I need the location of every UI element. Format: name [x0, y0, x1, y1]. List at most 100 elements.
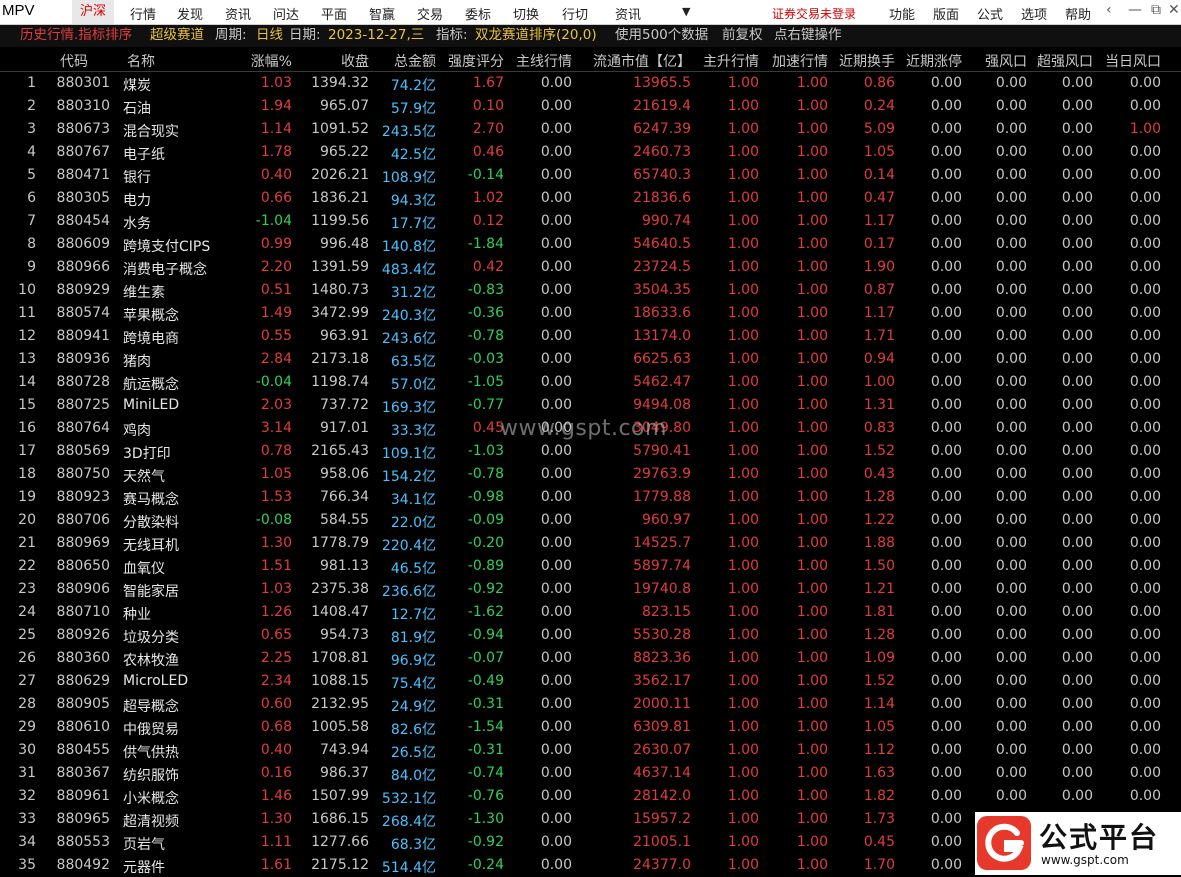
- limit-up-cell: 0.00: [930, 374, 962, 390]
- table-row[interactable]: 21 880969 无线耳机 1.30 1778.79 220.4亿 -0.20 0.00 14…: [0, 532, 1181, 555]
- turnover-cell: 1.88: [863, 535, 895, 551]
- limit-up-cell: 0.00: [930, 604, 962, 620]
- table-row[interactable]: 3 880673 混合现实 1.14 1091.52 243.5亿 2.70 0.00 6247…: [0, 118, 1181, 141]
- period-value: 日线: [256, 27, 283, 43]
- table-row[interactable]: 26 880360 农林牧渔 2.25 1708.81 96.9亿 -0.07 0.00 882…: [0, 647, 1181, 670]
- header-limit-up[interactable]: 近期涨停: [906, 51, 962, 71]
- menu-item-options[interactable]: 选项: [1021, 4, 1047, 23]
- menu-item-zhiying[interactable]: 智赢: [369, 4, 395, 23]
- accelerate-cell: 1.00: [796, 627, 828, 643]
- table-row[interactable]: 25 880926 垃圾分类 0.65 954.73 81.9亿 -0.94 0.00 5530…: [0, 624, 1181, 647]
- menu-item-function[interactable]: 功能: [889, 4, 915, 23]
- float-cap-cell: 4637.14: [633, 765, 691, 781]
- history-label[interactable]: 历史行情.指标排序: [20, 25, 132, 45]
- change-cell: 0.55: [260, 328, 292, 344]
- limit-up-cell: 0.00: [930, 742, 962, 758]
- track-label[interactable]: 超级赛道: [150, 25, 204, 45]
- menu-item-market[interactable]: 行情: [130, 4, 156, 23]
- menu-item-hangqie[interactable]: 行切: [562, 4, 588, 23]
- close-cell: 954.73: [320, 627, 369, 643]
- main-rise-cell: 1.00: [727, 213, 759, 229]
- change-cell: -0.08: [255, 512, 292, 528]
- table-row[interactable]: 28 880905 超导概念 0.60 2132.95 24.9亿 -0.31 0.00 200…: [0, 693, 1181, 716]
- table-row[interactable]: 4 880767 电子纸 1.78 965.22 42.5亿 0.46 0.00 2460.73…: [0, 141, 1181, 164]
- header-turnover[interactable]: 近期换手: [839, 51, 895, 71]
- menu-item-hushen[interactable]: 沪深: [72, 0, 115, 24]
- header-code[interactable]: 代码: [60, 51, 88, 71]
- header-strong-trend[interactable]: 强风口: [985, 51, 1027, 71]
- main-trend-cell: 0.00: [540, 811, 572, 827]
- header-main-trend[interactable]: 主线行情: [516, 51, 572, 71]
- header-accelerate[interactable]: 加速行情: [772, 51, 828, 71]
- header-amount[interactable]: 总金额: [394, 51, 436, 71]
- chevron-down-icon[interactable]: ▼: [682, 5, 690, 18]
- table-row[interactable]: 30 880455 供气供热 0.40 743.94 26.5亿 -0.31 0.00 2630…: [0, 739, 1181, 762]
- adjust-mode[interactable]: 前复权: [722, 25, 763, 45]
- menu-item-help[interactable]: 帮助: [1065, 4, 1091, 23]
- close-icon[interactable]: ✕: [1168, 2, 1180, 18]
- table-row[interactable]: 20 880706 分散染料 -0.08 584.55 22.0亿 -0.09 0.00 960…: [0, 509, 1181, 532]
- menu-item-switch[interactable]: 切换: [513, 4, 539, 23]
- table-row[interactable]: 12 880941 跨境电商 0.55 963.91 243.6亿 -0.78 0.00 131…: [0, 325, 1181, 348]
- table-row[interactable]: 24 880710 种业 1.26 1408.47 12.7亿 -1.62 0.00 823.1…: [0, 601, 1181, 624]
- close-cell: 1778.79: [311, 535, 369, 551]
- table-row[interactable]: 6 880305 电力 0.66 1836.21 94.3亿 1.02 0.00 21836.6…: [0, 187, 1181, 210]
- back-icon[interactable]: ‹: [1106, 2, 1112, 18]
- menu-item-pingmian[interactable]: 平面: [321, 4, 347, 23]
- table-row[interactable]: 7 880454 水务 -1.04 1199.56 17.7亿 0.12 0.00 990.74…: [0, 210, 1181, 233]
- table-row[interactable]: 15 880725 MiniLED 2.03 737.72 169.3亿 -0.77 0.00…: [0, 394, 1181, 417]
- table-row[interactable]: 18 880750 天然气 1.05 958.06 154.2亿 -0.78 0.00 2976…: [0, 463, 1181, 486]
- table-row[interactable]: 5 880471 银行 0.40 2026.21 108.9亿 -0.14 0.00 65740…: [0, 164, 1181, 187]
- table-row[interactable]: 2 880310 石油 1.94 965.07 57.9亿 0.10 0.00 21619.4 1…: [0, 95, 1181, 118]
- table-row[interactable]: 9 880966 消费电子概念 2.20 1391.59 483.4亿 0.42 0.00 23…: [0, 256, 1181, 279]
- table-row[interactable]: 17 880569 3D打印 0.78 2165.43 109.1亿 -1.03 0.00 57…: [0, 440, 1181, 463]
- accelerate-cell: 1.00: [796, 535, 828, 551]
- header-float-cap[interactable]: 流通市值【亿】: [593, 51, 691, 71]
- header-name[interactable]: 名称: [127, 51, 155, 71]
- row-number: 2: [27, 98, 36, 114]
- header-strength[interactable]: 强度评分: [448, 51, 504, 71]
- table-row[interactable]: 1 880301 煤炭 1.03 1394.32 74.2亿 1.67 0.00 13965.5…: [0, 72, 1181, 95]
- header-daily-trend[interactable]: 当日风口: [1105, 51, 1161, 71]
- menu-item-weibiao[interactable]: 委标: [465, 4, 491, 23]
- table-row[interactable]: 19 880923 赛马概念 1.53 766.34 34.1亿 -0.98 0.00 1779…: [0, 486, 1181, 509]
- close-cell: 1199.56: [311, 213, 369, 229]
- main-trend-cell: 0.00: [540, 167, 572, 183]
- menu-item-formula[interactable]: 公式: [977, 4, 1003, 23]
- table-row[interactable]: 11 880574 苹果概念 1.49 3472.99 240.3亿 -0.36 0.00 18…: [0, 302, 1181, 325]
- menu-item-discover[interactable]: 发现: [177, 4, 203, 23]
- login-status-notice[interactable]: 证券交易未登录: [772, 5, 856, 22]
- code-cell: 880673: [56, 121, 110, 137]
- menu-bar: MPV 沪深 行情 发现 资讯 问达 平面 智赢 交易 委标 切换 行切 资讯 …: [0, 0, 1181, 25]
- menu-item-layout[interactable]: 版面: [933, 4, 959, 23]
- indicator-value[interactable]: 双龙赛道排序(20,0): [475, 25, 597, 45]
- table-row[interactable]: 14 880728 航运概念 -0.04 1198.74 57.0亿 -1.05 0.00 54…: [0, 371, 1181, 394]
- restore-icon[interactable]: ⧉: [1151, 2, 1161, 18]
- menu-item-zixun[interactable]: 资讯: [615, 4, 641, 23]
- close-cell: 965.07: [320, 98, 369, 114]
- float-cap-cell: 2630.07: [633, 742, 691, 758]
- header-main-rise[interactable]: 主升行情: [703, 51, 759, 71]
- table-row[interactable]: 13 880936 猪肉 2.84 2173.18 63.5亿 -0.03 0.00 6625.…: [0, 348, 1181, 371]
- super-trend-cell: 0.00: [1061, 144, 1093, 160]
- data-note: 使用500个数据: [615, 27, 709, 43]
- strong-trend-cell: 0.00: [995, 213, 1027, 229]
- amount-cell: 220.4亿: [381, 538, 436, 554]
- menu-item-wenda[interactable]: 问达: [273, 4, 299, 23]
- table-row[interactable]: 32 880961 小米概念 1.46 1507.99 532.1亿 -0.76 0.00 28…: [0, 785, 1181, 808]
- table-row[interactable]: 22 880650 血氧仪 1.51 981.13 46.5亿 -0.89 0.00 5897.…: [0, 555, 1181, 578]
- strong-trend-cell: 0.00: [995, 328, 1027, 344]
- menu-item-trade[interactable]: 交易: [417, 4, 443, 23]
- minimize-icon[interactable]: —: [1128, 2, 1142, 18]
- table-row[interactable]: 10 880929 维生素 0.51 1480.73 31.2亿 -0.83 0.00 3504…: [0, 279, 1181, 302]
- table-row[interactable]: 27 880629 MicroLED 2.34 1088.15 75.4亿 -0.49 0.0…: [0, 670, 1181, 693]
- header-close[interactable]: 收盘: [341, 51, 369, 71]
- table-row[interactable]: 29 880610 中俄贸易 0.68 1005.58 82.6亿 -1.54 0.00 630…: [0, 716, 1181, 739]
- table-row[interactable]: 8 880609 跨境支付CIPS 0.99 996.48 140.8亿 -1.84 0.00…: [0, 233, 1181, 256]
- table-row[interactable]: 31 880367 纺织服饰 0.16 986.37 84.0亿 -0.74 0.00 4637…: [0, 762, 1181, 785]
- table-row[interactable]: 23 880906 智能家居 1.03 2375.38 236.6亿 -0.92 0.00 19…: [0, 578, 1181, 601]
- header-change[interactable]: 涨幅%: [251, 51, 292, 71]
- header-super-trend[interactable]: 超强风口: [1037, 51, 1093, 71]
- menu-item-news[interactable]: 资讯: [225, 4, 251, 23]
- close-cell: 2026.21: [311, 167, 369, 183]
